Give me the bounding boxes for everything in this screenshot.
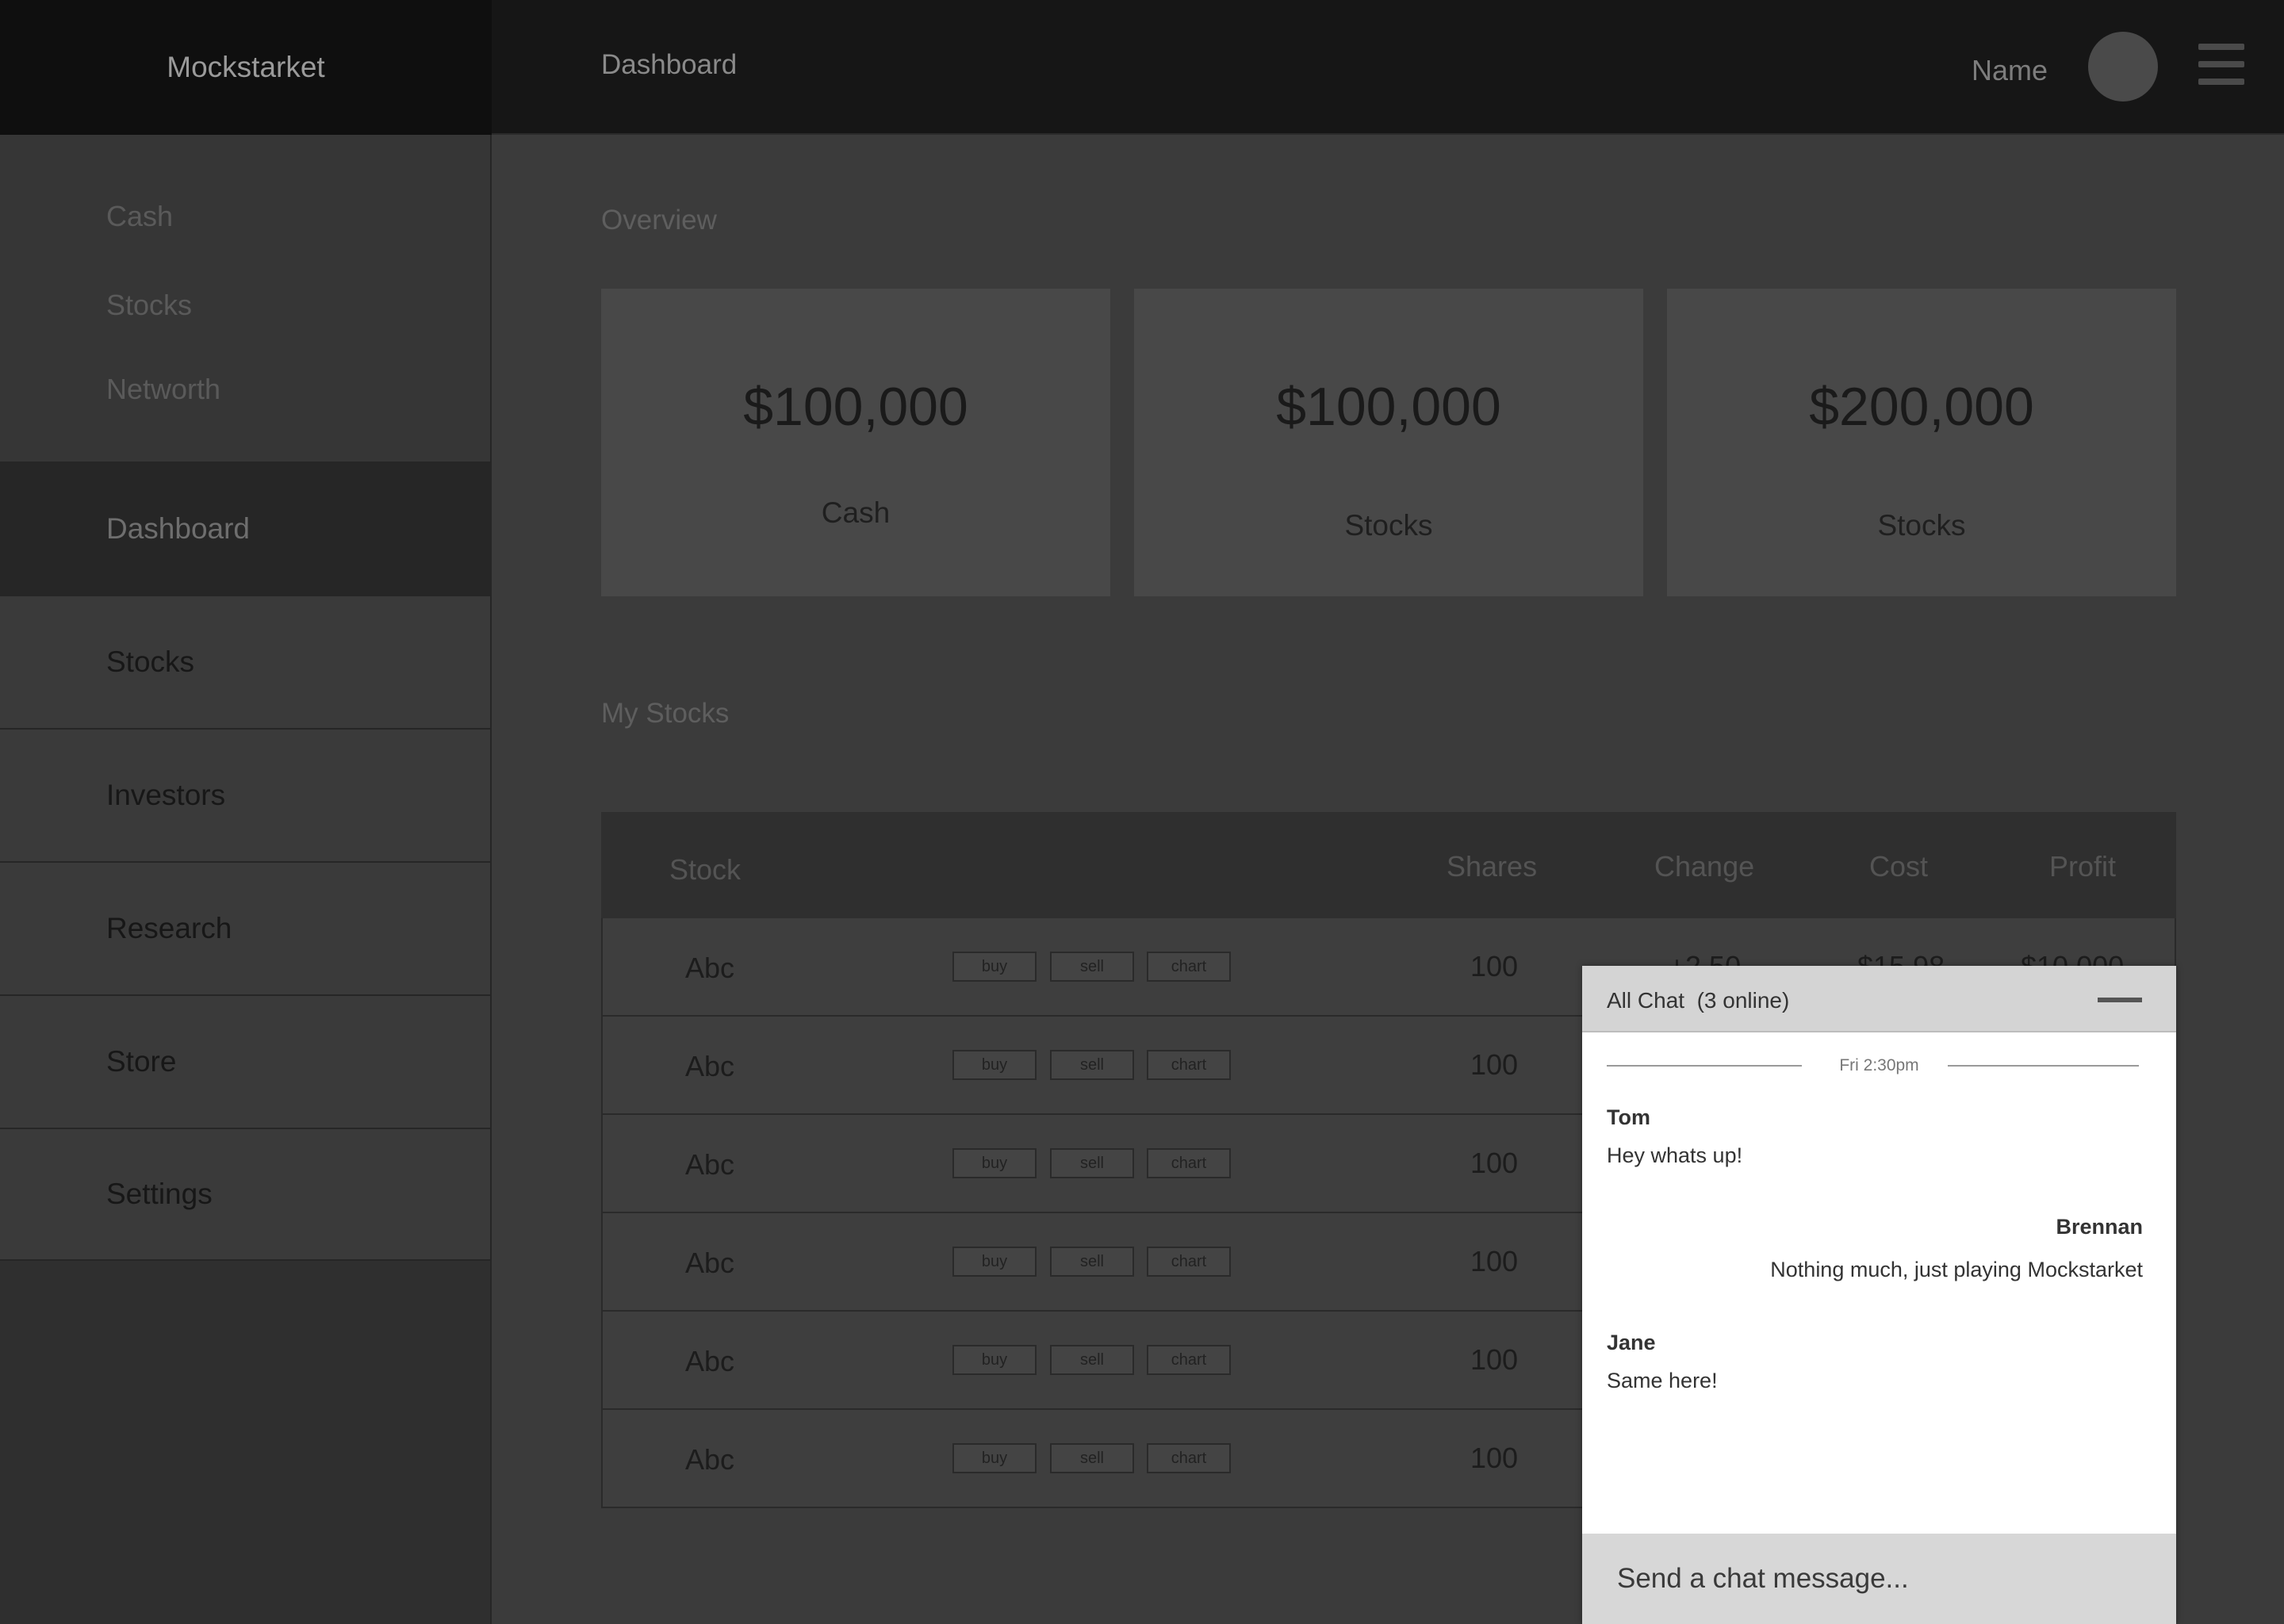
- sell-button[interactable]: sell: [1050, 1148, 1134, 1178]
- minimize-icon[interactable]: [2098, 998, 2142, 1002]
- buy-button[interactable]: buy: [952, 1050, 1037, 1080]
- message-author: Jane: [1607, 1331, 1656, 1354]
- shares-value: 100: [1470, 1147, 1519, 1179]
- overview-title: Overview: [601, 205, 717, 236]
- sidebar-item-label: Research: [106, 912, 232, 944]
- sidebar-item-label: Store: [106, 1045, 177, 1078]
- sidebar-item-research[interactable]: Research: [0, 861, 490, 994]
- shares-value: 100: [1470, 950, 1519, 982]
- sidebar: Cash Stocks Networth Dashboard Stocks In…: [0, 135, 492, 1624]
- buy-button[interactable]: buy: [952, 952, 1037, 982]
- shares-value: 100: [1470, 1442, 1519, 1474]
- chat-message-input[interactable]: [1582, 1534, 2176, 1624]
- chart-button[interactable]: chart: [1147, 952, 1231, 982]
- sidebar-item-dashboard[interactable]: Dashboard: [0, 462, 490, 595]
- column-profit[interactable]: Profit: [2049, 850, 2116, 883]
- message-text: Nothing much, just playing Mockstarket: [1770, 1258, 2143, 1281]
- stock-name: Abc: [685, 1148, 735, 1181]
- overview-card-stocks: $100,000 Stocks: [1134, 289, 1643, 596]
- sell-button[interactable]: sell: [1050, 1247, 1134, 1277]
- sidebar-item-settings[interactable]: Settings: [0, 1128, 490, 1261]
- card-label: Stocks: [1344, 509, 1433, 542]
- sidebar-item-investors[interactable]: Investors: [0, 728, 490, 861]
- stock-name: Abc: [685, 1050, 735, 1082]
- sell-button[interactable]: sell: [1050, 1345, 1134, 1375]
- sell-button[interactable]: sell: [1050, 1050, 1134, 1080]
- sell-button[interactable]: sell: [1050, 952, 1134, 982]
- sell-button[interactable]: sell: [1050, 1443, 1134, 1473]
- sidebar-item-stocks[interactable]: Stocks: [0, 595, 490, 728]
- card-value: $100,000: [743, 377, 968, 437]
- account-summary: Cash Stocks Networth: [0, 135, 490, 462]
- chart-button[interactable]: chart: [1147, 1443, 1231, 1473]
- avatar[interactable]: [2088, 32, 2158, 102]
- chart-button[interactable]: chart: [1147, 1247, 1231, 1277]
- chat-title: All Chat (3 online): [1607, 988, 1790, 1013]
- column-stock[interactable]: Stock: [669, 853, 741, 887]
- page-title: Dashboard: [601, 49, 738, 80]
- buy-button[interactable]: buy: [952, 1247, 1037, 1277]
- column-cost[interactable]: Cost: [1869, 850, 1928, 883]
- sidebar-item-label: Dashboard: [106, 512, 251, 545]
- user-name[interactable]: Name: [1972, 54, 2048, 87]
- column-shares[interactable]: Shares: [1447, 850, 1537, 883]
- stock-name: Abc: [685, 1443, 735, 1476]
- chart-button[interactable]: chart: [1147, 1050, 1231, 1080]
- message-text: Hey whats up!: [1607, 1143, 1743, 1167]
- my-stocks-title: My Stocks: [601, 698, 730, 729]
- menu-icon[interactable]: [2198, 44, 2244, 85]
- buy-button[interactable]: buy: [952, 1443, 1037, 1473]
- summary-cash: Cash: [106, 200, 174, 232]
- chart-button[interactable]: chart: [1147, 1345, 1231, 1375]
- chat-panel: All Chat (3 online) Fri 2:30pm Tom Hey w…: [1582, 966, 2176, 1624]
- chat-timestamp: Fri 2:30pm: [1839, 1056, 1919, 1074]
- chart-button[interactable]: chart: [1147, 1148, 1231, 1178]
- summary-stocks: Stocks: [106, 289, 193, 321]
- chat-input-area: [1582, 1534, 2176, 1624]
- shares-value: 100: [1470, 1048, 1519, 1081]
- buy-button[interactable]: buy: [952, 1148, 1037, 1178]
- summary-networth: Networth: [106, 373, 221, 405]
- card-label: Stocks: [1877, 509, 1966, 542]
- overview-card-cash: $100,000 Cash: [601, 289, 1110, 596]
- stock-name: Abc: [685, 952, 735, 984]
- sidebar-item-label: Investors: [106, 779, 226, 811]
- card-label: Cash: [821, 496, 891, 529]
- message-author: Tom: [1607, 1105, 1650, 1129]
- chat-header[interactable]: All Chat (3 online): [1582, 966, 2176, 1032]
- sidebar-item-label: Settings: [106, 1178, 213, 1210]
- sidebar-item-label: Stocks: [106, 645, 195, 678]
- brand-logo[interactable]: Mockstarket: [0, 0, 492, 135]
- card-value: $200,000: [1809, 377, 2034, 437]
- column-change[interactable]: Change: [1654, 850, 1754, 883]
- overview-card-networth: $200,000 Stocks: [1667, 289, 2176, 596]
- card-value: $100,000: [1276, 377, 1501, 437]
- stock-name: Abc: [685, 1345, 735, 1377]
- sidebar-item-store[interactable]: Store: [0, 994, 490, 1128]
- table-header: Stock Shares Change Cost Profit: [601, 812, 2176, 918]
- message-author: Brennan: [2056, 1215, 2143, 1239]
- brand-name: Mockstarket: [167, 51, 325, 83]
- message-text: Same here!: [1607, 1369, 1718, 1392]
- buy-button[interactable]: buy: [952, 1345, 1037, 1375]
- shares-value: 100: [1470, 1245, 1519, 1277]
- top-bar: Dashboard Name: [492, 0, 2284, 135]
- shares-value: 100: [1470, 1343, 1519, 1376]
- stock-name: Abc: [685, 1247, 735, 1279]
